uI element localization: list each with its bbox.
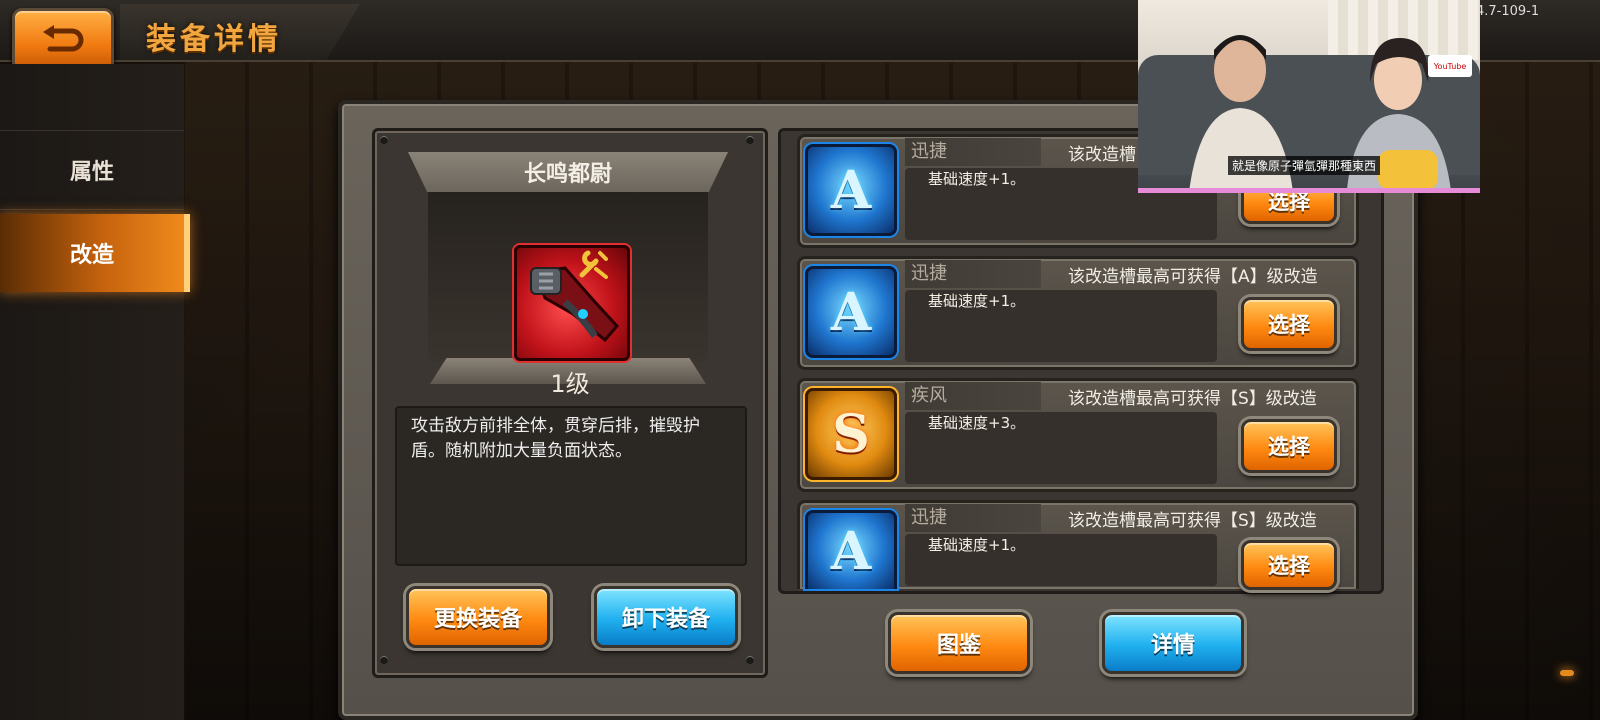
slot-limit: 该改造槽最高可获得【S】级改造 — [1068, 511, 1317, 531]
codex-button[interactable]: 图鉴 — [888, 612, 1030, 674]
slot-desc: 基础速度+1。 — [928, 536, 1026, 554]
slot-limit: 该改造槽 — [1068, 145, 1136, 165]
slot-name: 迅捷 — [905, 260, 1041, 288]
rivet — [380, 136, 388, 144]
button-label: 选择 — [1268, 313, 1310, 337]
rivet — [746, 136, 754, 144]
equipment-description: 攻击敌方前排全体，贯穿后排，摧毁护盾。随机附加大量负面状态。 — [411, 416, 700, 461]
grade-letter: A — [830, 159, 872, 221]
slot-desc: 基础速度+3。 — [928, 414, 1026, 432]
rivet — [380, 656, 388, 664]
slot-name: 迅捷 — [905, 138, 1041, 166]
sidebar-tab-modify[interactable]: 改造 — [0, 214, 190, 292]
button-label: 选择 — [1268, 554, 1310, 578]
grade-letter: S — [832, 403, 870, 465]
slot-desc: 基础速度+1。 — [928, 292, 1026, 310]
version-text: 4.7-109-1 — [1476, 4, 1540, 19]
sidebar-tab-label: 属性 — [69, 160, 114, 185]
grade-a-icon[interactable]: A — [805, 510, 897, 589]
button-label: 选择 — [1268, 435, 1310, 459]
slot-name: 疾风 — [905, 382, 1041, 410]
select-button[interactable]: 选择 — [1241, 419, 1337, 473]
wrench-icon — [579, 250, 608, 279]
details-button[interactable]: 详情 — [1102, 612, 1244, 674]
sidebar-tab-attributes[interactable]: 属性 — [0, 130, 184, 210]
slot-desc: 基础速度+1。 — [928, 170, 1026, 188]
select-button[interactable]: 选择 — [1241, 540, 1337, 590]
equipment-level: 1级 — [550, 370, 590, 398]
rivet — [746, 656, 754, 664]
button-label: 详情 — [1150, 633, 1195, 658]
unequip-button[interactable]: 卸下装备 — [594, 586, 738, 648]
grade-letter: A — [830, 281, 872, 343]
mech-arm-icon[interactable] — [514, 245, 630, 361]
back-button[interactable] — [12, 8, 114, 72]
select-button[interactable]: 选择 — [1241, 297, 1337, 351]
grade-a-icon[interactable]: A — [805, 144, 897, 236]
grade-a-icon[interactable]: A — [805, 266, 897, 358]
webcam-caption: 就是像原子彈氫彈那種東西 — [1228, 156, 1381, 175]
equipment-name: 长鸣都尉 — [523, 162, 612, 187]
background-light — [1560, 670, 1574, 676]
slot-name: 迅捷 — [905, 504, 1041, 532]
button-label: 更换装备 — [433, 607, 522, 632]
slot-limit: 该改造槽最高可获得【S】级改造 — [1068, 389, 1317, 409]
replace-equipment-button[interactable]: 更换装备 — [406, 586, 550, 648]
youtube-logo: YouTube — [1428, 55, 1472, 77]
page-title: 装备详情 — [146, 22, 282, 57]
grade-letter: A — [830, 520, 872, 582]
slot-limit: 该改造槽最高可获得【A】级改造 — [1068, 267, 1318, 287]
webcam-bottom-bar — [1138, 188, 1480, 193]
sidebar-tab-label: 改造 — [69, 243, 114, 268]
grade-s-icon[interactable]: S — [805, 388, 897, 480]
button-label: 卸下装备 — [621, 607, 710, 632]
equipment-name-plate: 长鸣都尉 — [408, 152, 728, 192]
return-arrow-icon — [43, 25, 84, 52]
button-label: 图鉴 — [936, 633, 981, 658]
